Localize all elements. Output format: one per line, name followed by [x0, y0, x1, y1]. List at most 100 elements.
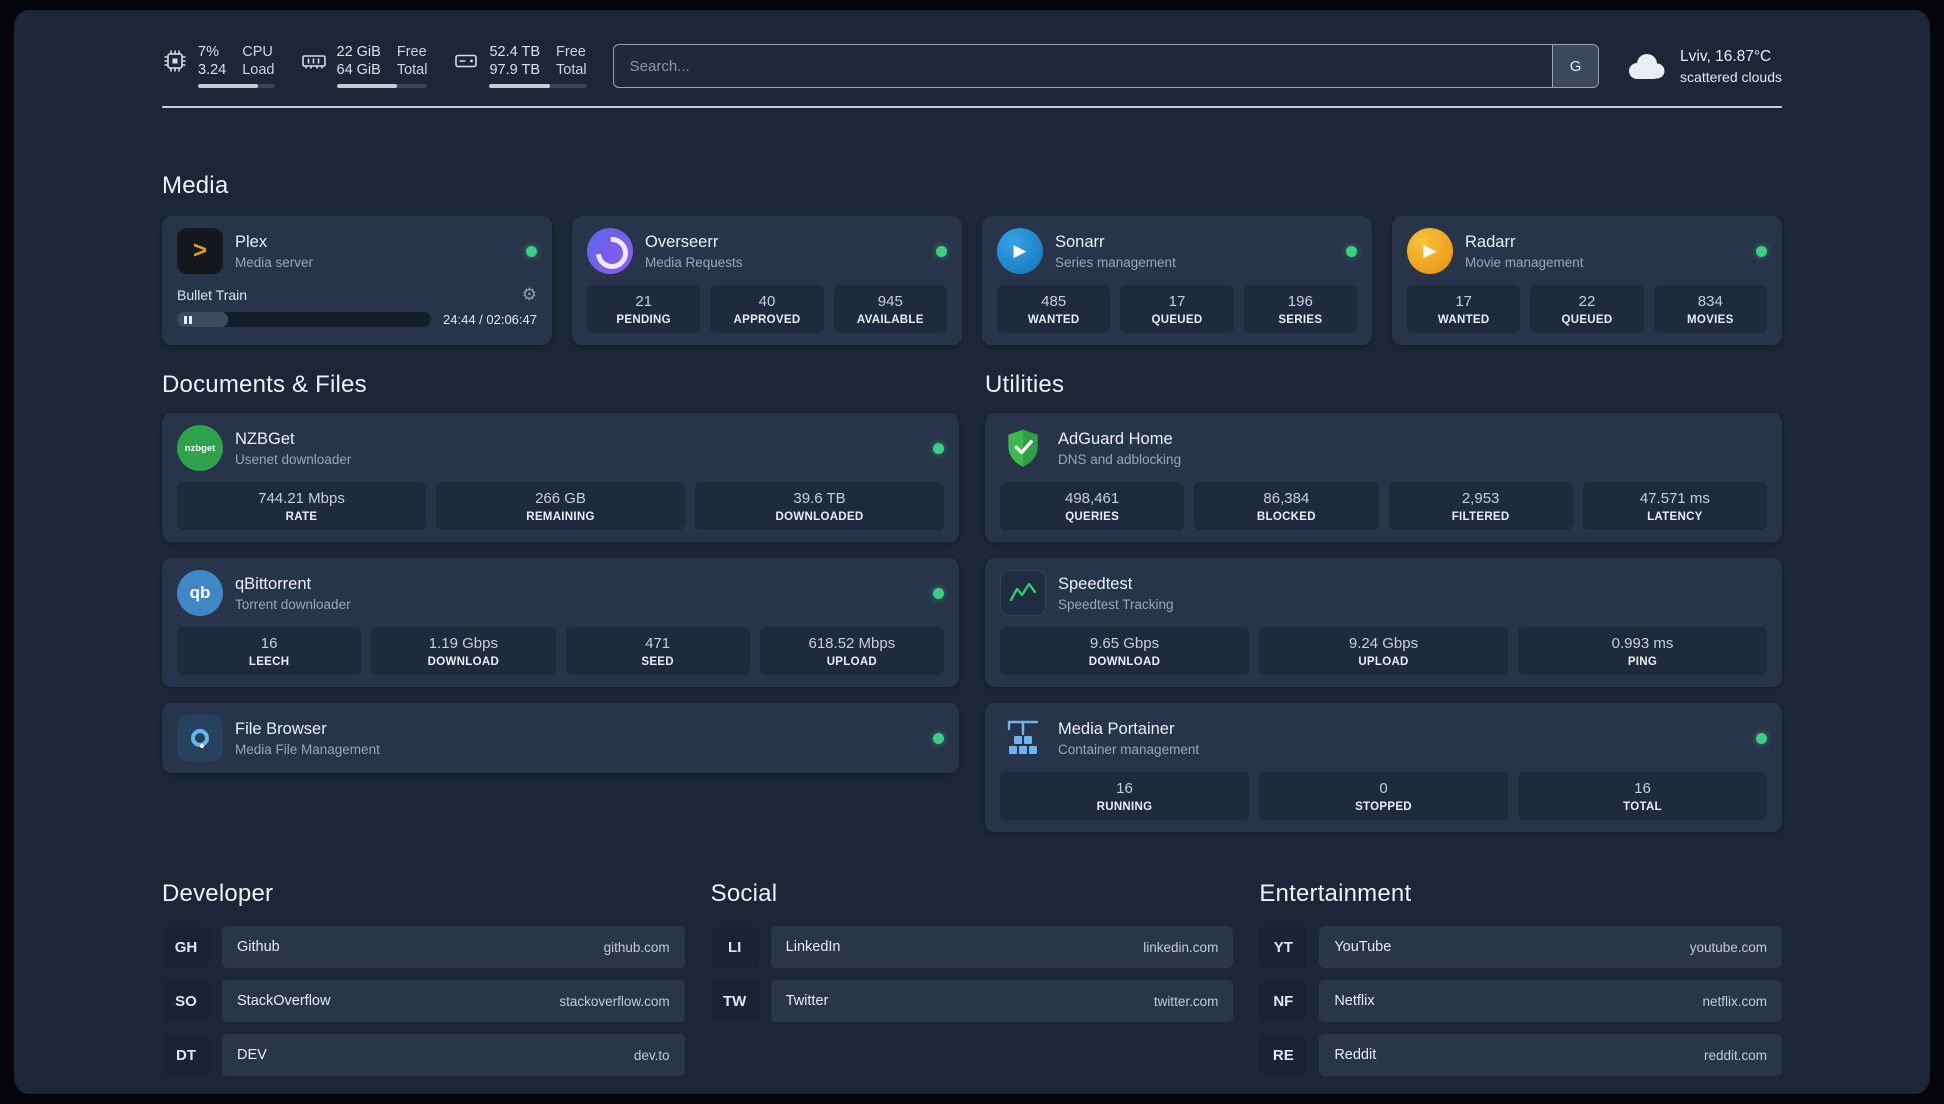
bookmark-abbr: NF	[1259, 980, 1308, 1022]
ram-progress-bar	[336, 84, 428, 88]
speedtest-icon	[1000, 570, 1046, 616]
bookmark-abbr: LI	[710, 926, 759, 968]
seek-bar[interactable]	[177, 312, 432, 327]
stat-tile-upload: 618.52 Mbps UPLOAD	[759, 627, 944, 675]
app-subtitle: Usenet downloader	[235, 451, 352, 467]
bookmarks-social: Social LI LinkedIn linkedin.com TW Twitt…	[710, 880, 1234, 1088]
app-name: AdGuard Home	[1058, 429, 1173, 448]
bookmarks-developer: Developer GH Github github.com SO StackO…	[162, 880, 685, 1088]
utilities-column: Utilities AdGuard Home DNS and adblockin…	[985, 371, 1782, 832]
bookmark-name: Twitter	[785, 993, 829, 1009]
disk-icon	[453, 48, 479, 74]
bookmark-url: reddit.com	[1703, 1047, 1767, 1063]
search-engine-button[interactable]: G	[1552, 45, 1599, 87]
bookmark-url: github.com	[603, 939, 670, 955]
ram-total-label: Total	[396, 62, 428, 78]
app-name: Overseerr	[645, 232, 719, 251]
bookmark-dev-to[interactable]: DT DEV dev.to	[162, 1034, 685, 1076]
status-dot-online	[1756, 732, 1767, 744]
stat-tile-downloaded: 39.6 TB DOWNLOADED	[695, 482, 944, 530]
bookmark-reddit[interactable]: RE Reddit reddit.com	[1259, 1034, 1782, 1076]
stat-tile-movies: 834 MOVIES	[1653, 285, 1767, 333]
ram-total-value: 64 GiB	[336, 62, 381, 78]
stat-tile-download: 9.65 Gbps DOWNLOAD	[1000, 627, 1249, 675]
app-name: Sonarr	[1055, 232, 1105, 251]
player-settings-icon[interactable]: ⚙	[522, 286, 537, 303]
disk-widget: 52.4 TB Free 97.9 TB Total	[453, 44, 587, 88]
app-card-filebrowser[interactable]: File Browser Media File Management	[162, 703, 959, 773]
search-bar: G	[612, 44, 1600, 88]
cpu-widget: 7% CPU 3.24 Load	[162, 44, 275, 88]
radarr-icon: ▶	[1407, 228, 1453, 274]
portainer-icon	[1000, 715, 1046, 761]
bookmark-url: linkedin.com	[1143, 939, 1219, 955]
app-card-overseerr[interactable]: Overseerr Media Requests 21 PENDING 40 A…	[572, 216, 962, 345]
app-name: Speedtest	[1058, 574, 1133, 593]
app-subtitle: Series management	[1055, 254, 1176, 270]
bookmarks-grid: Developer GH Github github.com SO StackO…	[162, 880, 1782, 1088]
stat-tile-filtered: 2,953 FILTERED	[1388, 482, 1573, 530]
stat-tile-available: 945 AVAILABLE	[833, 285, 947, 333]
app-card-speedtest[interactable]: Speedtest Speedtest Tracking 9.65 Gbps D…	[985, 558, 1782, 687]
track-title: Bullet Train	[177, 286, 248, 303]
status-dot-online	[526, 245, 537, 257]
stat-tile-seed: 471 SEED	[565, 627, 750, 675]
stat-tile-wanted: 17 WANTED	[1407, 285, 1521, 333]
bookmark-stackoverflow[interactable]: SO StackOverflow stackoverflow.com	[162, 980, 685, 1022]
stat-tile-approved: 40 APPROVED	[710, 285, 824, 333]
search-input[interactable]	[613, 45, 1553, 87]
app-card-sonarr[interactable]: ▶ Sonarr Series management 485 WANTED 17…	[982, 216, 1372, 345]
section-title-utilities: Utilities	[985, 371, 1065, 398]
app-card-portainer[interactable]: Media Portainer Container management 16 …	[985, 703, 1782, 832]
cpu-label: CPU	[242, 44, 273, 60]
app-card-adguard[interactable]: AdGuard Home DNS and adblocking 498,461 …	[985, 413, 1782, 542]
cpu-load-label: Load	[242, 62, 275, 78]
sonarr-icon: ▶	[997, 228, 1043, 274]
plex-icon: >	[177, 228, 223, 274]
cloud-icon	[1625, 51, 1667, 81]
app-card-nzbget[interactable]: nzbget NZBGet Usenet downloader 744.21 M…	[162, 413, 959, 542]
stat-tile-download: 1.19 Gbps DOWNLOAD	[371, 627, 556, 675]
disk-free-label: Free	[556, 44, 586, 60]
stat-tile-remaining: 266 GB REMAINING	[436, 482, 685, 530]
section-title-developer: Developer	[162, 880, 274, 907]
app-card-qbittorrent[interactable]: qb qBittorrent Torrent downloader 16 LEE…	[162, 558, 959, 687]
overseerr-icon	[587, 228, 633, 274]
qbittorrent-icon: qb	[177, 570, 223, 616]
status-dot-online	[1346, 245, 1357, 257]
app-subtitle: Media server	[235, 254, 314, 270]
bookmark-name: YouTube	[1334, 939, 1392, 955]
app-name: Plex	[235, 232, 268, 251]
stat-tile-total: 16 TOTAL	[1518, 772, 1767, 820]
bookmark-abbr: GH	[162, 926, 210, 968]
bookmark-linkedin[interactable]: LI LinkedIn linkedin.com	[710, 926, 1234, 968]
app-subtitle: Speedtest Tracking	[1058, 596, 1174, 612]
app-subtitle: Movie management	[1465, 254, 1584, 270]
app-card-plex[interactable]: > Plex Media server Bullet Train ⚙ 24:44…	[162, 216, 552, 345]
status-dot-online	[933, 732, 944, 744]
bookmark-netflix[interactable]: NF Netflix netflix.com	[1259, 980, 1782, 1022]
cpu-progress-bar	[198, 84, 275, 88]
bookmark-twitter[interactable]: TW Twitter twitter.com	[710, 980, 1234, 1022]
section-title-media: Media	[162, 172, 229, 199]
bookmark-github[interactable]: GH Github github.com	[162, 926, 685, 968]
status-dot-online	[936, 245, 947, 257]
app-subtitle: Torrent downloader	[235, 596, 351, 612]
stat-tile-leech: 16 LEECH	[177, 627, 362, 675]
nzbget-icon: nzbget	[177, 425, 223, 471]
disk-total-label: Total	[556, 62, 587, 78]
status-dot-online	[933, 442, 944, 454]
stat-tile-latency: 47.571 ms LATENCY	[1582, 482, 1767, 530]
stat-tile-running: 16 RUNNING	[1000, 772, 1249, 820]
section-title-entertainment: Entertainment	[1259, 880, 1412, 907]
weather-condition: scattered clouds	[1680, 68, 1782, 85]
app-card-radarr[interactable]: ▶ Radarr Movie management 17 WANTED 22 Q…	[1392, 216, 1782, 345]
bookmark-abbr: TW	[710, 980, 759, 1022]
pause-button[interactable]	[184, 315, 192, 324]
dashboard: 7% CPU 3.24 Load 22 GiB Free 64 GiB Tota…	[14, 10, 1930, 1094]
documents-column: Documents & Files nzbget NZBGet Usenet d…	[162, 371, 959, 832]
plex-now-playing: Bullet Train ⚙ 24:44 / 02:06:47	[177, 286, 537, 327]
bookmark-youtube[interactable]: YT YouTube youtube.com	[1259, 926, 1782, 968]
status-dot-online	[933, 587, 944, 599]
ram-widget: 22 GiB Free 64 GiB Total	[301, 44, 428, 88]
